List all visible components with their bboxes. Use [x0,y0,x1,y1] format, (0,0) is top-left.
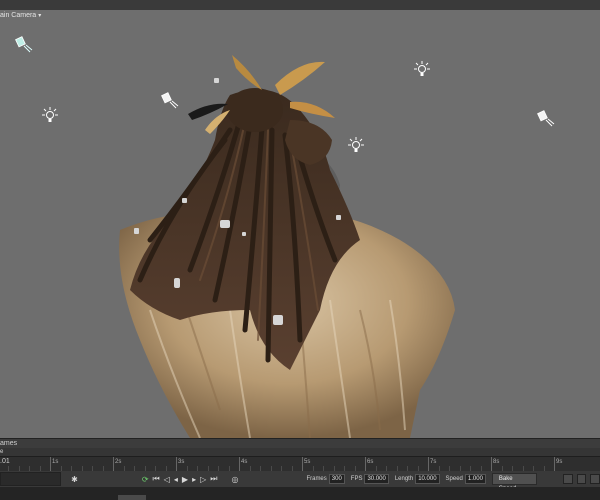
speed-label: Speed [445,476,463,482]
current-frame-readout: .01 [0,458,10,465]
prev-key-icon[interactable]: ◁ [164,475,170,484]
status-bar [0,487,600,500]
timeline-field[interactable] [0,472,62,486]
timeline-tick-label: 9s [556,459,563,465]
go-to-end-icon[interactable]: ⏭ [210,474,217,484]
timeline-tick-label: 7s [430,459,437,465]
character-render [119,55,455,438]
timeline-tick-label: 2s [115,459,122,465]
bake-speed-button[interactable]: Bake Speed [491,473,538,492]
record-icon[interactable]: ◎ [231,475,238,484]
timeline-tick-label: 3s [178,459,185,465]
play-icon[interactable]: ▶ [182,475,188,484]
frames-label: Frames [306,476,327,482]
timeline-header-label: ames [0,440,18,447]
timeline-tick-label: 6s [367,459,374,465]
timeline-subheader: e [0,448,600,456]
loop-icon[interactable]: ⟳ [142,475,149,484]
scroll-handle[interactable] [118,495,146,500]
prev-frame-icon[interactable]: ◂ [174,475,178,484]
options-button-3[interactable] [590,474,600,484]
fps-field[interactable]: 30.000 [364,474,389,484]
timeline-ruler[interactable]: .01 1s 2s 3s 4s 5s 6s 7s 8s 9s [0,456,600,471]
timeline-tick-label: 5s [304,459,311,465]
length-field[interactable]: 10.000 [415,474,440,484]
3d-viewport[interactable]: ain Camera ▾ [0,10,600,438]
go-to-start-icon[interactable]: ⏮ [153,474,160,484]
fps-label: FPS [350,476,363,482]
top-menu-bar [0,0,600,10]
character-icon[interactable]: ✱ [71,475,78,484]
next-key-icon[interactable]: ▷ [200,475,206,484]
speed-field[interactable]: 1.000 [464,474,486,484]
playback-controls: ✱ ⟳ ⏮ ◁ ◂ ▶ ▸ ▷ ⏭ ◎ Frames 300 FPS 30.00… [0,471,600,492]
next-frame-icon[interactable]: ▸ [192,475,196,484]
timeline-tick-label: 8s [493,459,500,465]
options-button[interactable] [563,474,573,484]
frames-field[interactable]: 300 [328,474,345,484]
timeline-tick-label: 1s [52,459,59,465]
timeline-tick-label: 4s [241,459,248,465]
options-button-2[interactable] [576,474,587,484]
timeline-sub-label: e [0,449,4,455]
length-label: Length [394,476,414,482]
